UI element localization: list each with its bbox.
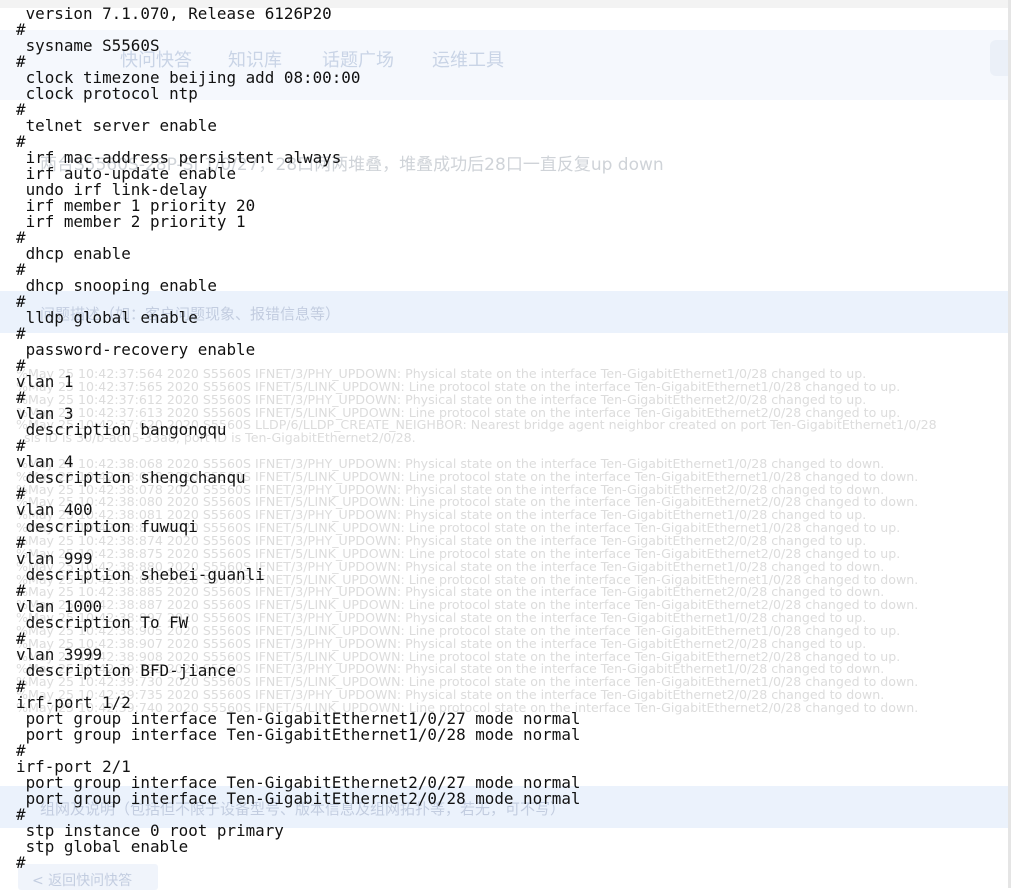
config-line: port group interface Ten-GigabitEthernet… xyxy=(16,788,581,808)
config-line: description To FW xyxy=(16,612,189,632)
config-line: dhcp enable xyxy=(16,244,131,264)
config-line: irf member 2 priority 1 xyxy=(16,212,246,232)
config-line: # xyxy=(16,852,26,872)
config-line: # xyxy=(16,532,26,552)
config-line: description shebei-guanli xyxy=(16,564,265,584)
config-text-window[interactable]: version 7.1.070, Release 6126P20 # sysnam… xyxy=(16,4,581,872)
config-line: telnet server enable xyxy=(16,116,217,136)
config-line: lldp global enable xyxy=(16,308,198,328)
config-line: description BFD-jiance xyxy=(16,660,237,680)
config-line: version 7.1.070, Release 6126P20 xyxy=(16,4,332,23)
config-line: # xyxy=(16,356,26,376)
config-line: description shengchanqu xyxy=(16,468,246,488)
config-line: description bangongqu xyxy=(16,420,227,440)
back-link[interactable]: < 返回快问快答 xyxy=(32,870,132,890)
config-line: dhcp snooping enable xyxy=(16,276,217,296)
config-line: stp global enable xyxy=(16,836,189,856)
config-line: clock protocol ntp xyxy=(16,84,198,104)
config-line: sysname S5560S xyxy=(16,36,160,56)
config-line: # xyxy=(16,436,26,456)
config-line: port group interface Ten-GigabitEthernet… xyxy=(16,724,581,744)
config-line: vlan 1 xyxy=(16,372,74,392)
config-line: description fuwuqi xyxy=(16,516,198,536)
config-line: # xyxy=(16,484,26,504)
config-line: # xyxy=(16,388,26,408)
config-line: password-recovery enable xyxy=(16,340,256,360)
